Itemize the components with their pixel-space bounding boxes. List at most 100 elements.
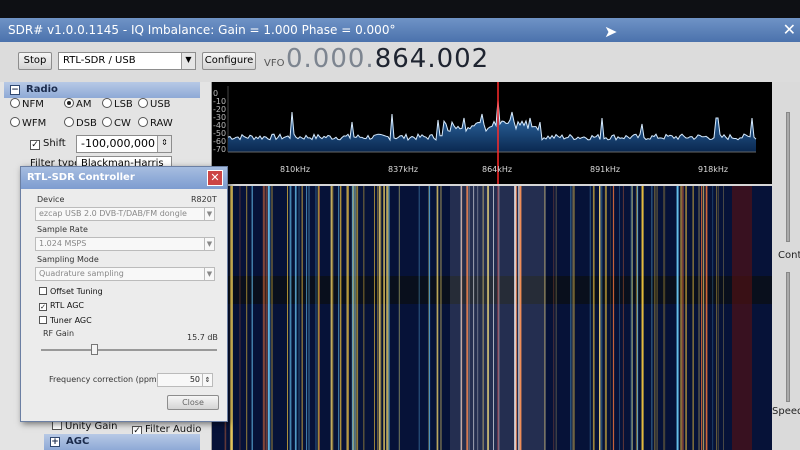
stepper-icon[interactable]: ⇕ xyxy=(202,374,212,386)
device-select[interactable]: RTL-SDR / USB ▼ xyxy=(58,52,196,70)
shift-input[interactable]: -100,000,000 ⇕ xyxy=(76,135,172,153)
shift-label: Shift xyxy=(43,138,66,149)
spectrum-analyzer[interactable]: 0 -10 -20 -30 -40 -50 -60 -70 810kHz 837kHz 864kH… xyxy=(212,82,772,184)
shift-checkbox[interactable]: ✓ Shift xyxy=(30,138,66,150)
tuner-agc-checkbox[interactable]: Tuner AGC xyxy=(39,316,92,325)
sample-rate-value: 1.024 MSPS xyxy=(39,239,87,248)
agc-section-header[interactable]: + AGC xyxy=(44,434,200,450)
freq-correction-value: 50 xyxy=(189,375,200,384)
chevron-down-icon: ▼ xyxy=(204,268,214,280)
collapse-icon: − xyxy=(10,85,20,95)
mode-wfm[interactable]: WFM xyxy=(10,117,46,129)
screen: SDR# v1.0.0.1145 - IQ Imbalance: Gain = … xyxy=(0,0,800,450)
title-bar: SDR# v1.0.0.1145 - IQ Imbalance: Gain = … xyxy=(0,18,800,42)
vfo-label: VFO xyxy=(264,58,285,69)
dialog-title: RTL-SDR Controller xyxy=(21,167,227,189)
radio-icon xyxy=(138,117,148,127)
freq-correction-input[interactable]: 50 ⇕ xyxy=(157,373,213,387)
mode-usb[interactable]: USB xyxy=(138,98,171,110)
sample-rate-label: Sample Rate xyxy=(37,225,88,234)
waterfall-plot xyxy=(212,186,772,450)
configure-button[interactable]: Configure xyxy=(202,52,256,70)
sampling-mode-select[interactable]: Quadrature sampling ▼ xyxy=(35,267,215,281)
radio-icon xyxy=(102,117,112,127)
checkbox-checked-icon: ✓ xyxy=(30,140,40,150)
mode-label: AM xyxy=(76,99,92,110)
agc-section-title: AGC xyxy=(66,436,90,447)
monitor-bezel xyxy=(0,0,800,18)
offset-tuning-label: Offset Tuning xyxy=(50,287,103,296)
rf-gain-value: 15.7 dB xyxy=(187,333,218,342)
freq-tick-label: 918kHz xyxy=(698,165,728,174)
mode-label: CW xyxy=(114,118,131,129)
freq-tick-label: 837kHz xyxy=(388,165,418,174)
radio-section-title: Radio xyxy=(26,84,58,95)
checkbox-checked-icon: ✓ xyxy=(39,303,47,311)
chevron-down-icon: ▼ xyxy=(204,238,214,250)
mode-label: LSB xyxy=(114,99,133,110)
mode-nfm[interactable]: NFM xyxy=(10,98,44,110)
vfo-frequency-main: 864.002 xyxy=(374,44,490,74)
rtl-agc-checkbox[interactable]: ✓ RTL AGC xyxy=(39,301,84,311)
checkbox-icon xyxy=(39,316,47,324)
vfo-frequency-display[interactable]: 0.000.864.002 xyxy=(286,44,489,74)
spectrum-plot: 0-10-20-30-40-50-60-70 810kHz 837kHz 864kH… xyxy=(213,82,757,184)
sampling-mode-value: Quadrature sampling xyxy=(39,269,124,278)
sampling-mode-label: Sampling Mode xyxy=(37,255,99,264)
shift-value: -100,000,000 xyxy=(81,137,155,150)
close-button[interactable]: Close xyxy=(167,395,219,410)
mouse-cursor-icon: ➤ xyxy=(604,22,618,41)
radio-icon xyxy=(64,117,74,127)
vfo-frequency-prefix: 0.000. xyxy=(286,44,375,74)
tuner-label: R820T xyxy=(191,195,217,204)
unity-gain-label: Unity Gain xyxy=(65,421,118,432)
offset-tuning-checkbox[interactable]: Offset Tuning xyxy=(39,287,103,296)
rf-gain-slider-thumb[interactable] xyxy=(90,344,98,355)
radio-icon xyxy=(102,98,112,108)
speed-slider[interactable] xyxy=(786,272,790,402)
mode-am[interactable]: AM xyxy=(64,98,91,110)
freq-tick-label: 891kHz xyxy=(590,165,620,174)
window-close-icon[interactable]: ✕ xyxy=(783,18,796,42)
device-select[interactable]: ezcap USB 2.0 DVB-T/DAB/FM dongle ▼ xyxy=(35,207,215,221)
radio-icon xyxy=(10,117,20,127)
stepper-icon[interactable]: ⇕ xyxy=(157,136,171,152)
device-value: ezcap USB 2.0 DVB-T/DAB/FM dongle xyxy=(39,209,187,218)
mode-label: USB xyxy=(150,99,171,110)
rtl-sdr-controller-dialog: RTL-SDR Controller ✕ Device R820T ezcap … xyxy=(20,166,228,422)
rtl-agc-label: RTL AGC xyxy=(50,301,84,310)
mode-dsb[interactable]: DSB xyxy=(64,117,97,129)
mode-label: RAW xyxy=(150,118,173,129)
radio-icon xyxy=(138,98,148,108)
tuner-agc-label: Tuner AGC xyxy=(50,316,92,325)
device-label: Device xyxy=(37,195,65,204)
mode-label: NFM xyxy=(22,99,44,110)
mode-label: DSB xyxy=(76,118,97,129)
device-select-value: RTL-SDR / USB xyxy=(63,55,136,66)
stop-button[interactable]: Stop xyxy=(18,52,52,70)
radio-selected-icon xyxy=(64,98,74,108)
window-title: SDR# v1.0.0.1145 - IQ Imbalance: Gain = … xyxy=(8,23,396,37)
checkbox-icon xyxy=(39,287,47,295)
chevron-down-icon: ▼ xyxy=(204,208,214,220)
radio-section-header[interactable]: − Radio xyxy=(4,82,200,98)
freq-tick-label: 864kHz xyxy=(482,165,512,174)
waterfall-display[interactable] xyxy=(212,186,772,450)
rf-gain-slider[interactable] xyxy=(41,344,217,355)
mode-cw[interactable]: CW xyxy=(102,117,131,129)
db-tick-label: -70 xyxy=(213,145,226,154)
mode-lsb[interactable]: LSB xyxy=(102,98,133,110)
radio-icon xyxy=(10,98,20,108)
contrast-label: Contr xyxy=(778,250,800,261)
contrast-slider[interactable] xyxy=(786,112,790,242)
mode-label: WFM xyxy=(22,118,47,129)
chevron-down-icon: ▼ xyxy=(181,53,195,69)
mode-raw[interactable]: RAW xyxy=(138,117,173,129)
expand-icon: + xyxy=(50,437,60,447)
speed-label: Speed xyxy=(772,406,800,417)
right-panel: Contr Speed xyxy=(772,82,800,450)
sample-rate-select[interactable]: 1.024 MSPS ▼ xyxy=(35,237,215,251)
dialog-close-icon[interactable]: ✕ xyxy=(207,170,223,186)
freq-tick-label: 810kHz xyxy=(280,165,310,174)
freq-correction-label: Frequency correction (ppm) xyxy=(49,375,160,384)
